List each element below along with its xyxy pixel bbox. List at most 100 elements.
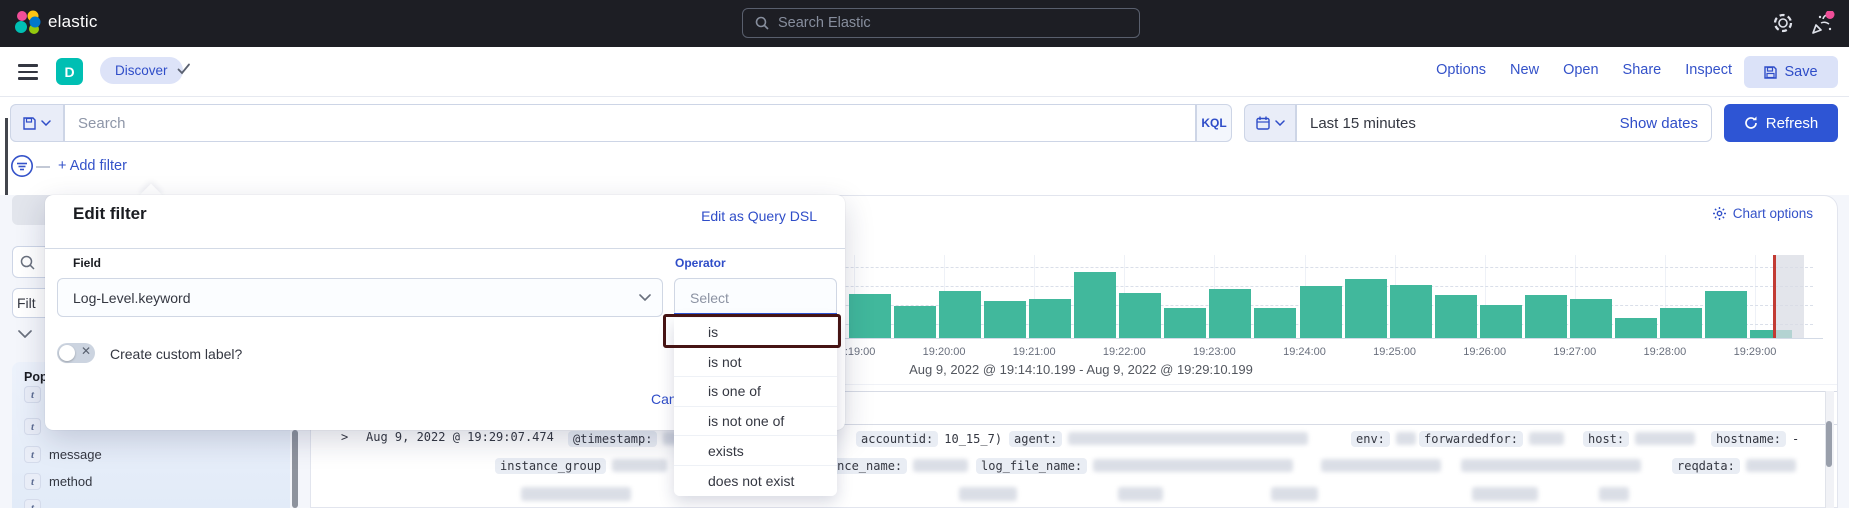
doc-field[interactable]: reqdata: [1672,457,1796,474]
redacted-value [1472,487,1538,501]
x-axis-tick-label: 19:24:00 [1283,346,1326,358]
histogram-bar[interactable] [1119,293,1161,338]
field-type-badge: t [24,473,41,490]
operator-combobox[interactable]: Select [674,278,837,317]
doc-field-key[interactable]: hostname: [1711,431,1786,447]
save-icon [1764,66,1777,79]
histogram-bar[interactable] [1074,272,1116,338]
doc-field[interactable]: host: [1583,430,1695,447]
histogram-bar[interactable] [894,306,936,338]
refresh-button-label: Refresh [1766,115,1819,132]
x-axis-tick-label: 19:26:00 [1463,346,1506,358]
nav-link-options[interactable]: Options [1436,62,1486,78]
doc-field[interactable] [1321,457,1441,474]
refresh-button[interactable]: Refresh [1724,104,1838,142]
save-button[interactable]: Save [1744,56,1838,88]
histogram-bar[interactable] [1525,295,1567,338]
nav-link-new[interactable]: New [1510,62,1539,78]
field-list-item[interactable]: t [24,418,41,435]
global-search-input[interactable]: Search Elastic [742,8,1140,38]
operator-option-does-not-exist[interactable]: does not exist [674,466,837,496]
histogram-bar[interactable] [1164,308,1206,338]
doc-field[interactable]: accountid:10_15_7) [856,430,1002,447]
doc-field-key[interactable]: @timestamp: [568,431,657,447]
doc-field-key[interactable]: forwardedfor: [1419,431,1523,447]
show-dates-button[interactable]: Show dates [1620,115,1698,132]
filter-set-icon[interactable] [10,154,34,178]
expand-row-icon[interactable]: > [341,430,348,444]
doc-field[interactable]: agent: [1009,430,1308,447]
redacted-value [1271,487,1318,501]
date-picker-quick-menu-button[interactable] [1244,104,1296,142]
field-list-item[interactable]: t [24,386,41,403]
histogram-bar[interactable] [1209,289,1251,338]
histogram-bar[interactable] [1570,299,1612,338]
chevron-down-icon[interactable] [18,330,32,338]
table-scrollbar-thumb[interactable] [1826,421,1832,467]
field-name-label: method [49,474,92,489]
redacted-value [612,459,667,472]
date-range-display[interactable]: Last 15 minutes Show dates [1296,104,1712,142]
histogram-bar[interactable] [849,294,891,338]
redacted-value [1068,432,1308,445]
add-filter-button[interactable]: + Add filter [58,158,127,174]
field-list-item[interactable]: tmethod [24,473,92,490]
histogram-bar[interactable] [984,301,1026,338]
doc-field-key[interactable]: accountid: [856,431,938,447]
space-avatar[interactable]: D [56,58,83,85]
redacted-value [1635,432,1695,445]
doc-field-key[interactable]: host: [1583,431,1629,447]
menu-icon[interactable] [18,64,38,80]
histogram-bar[interactable] [1390,285,1432,338]
time-range-value[interactable]: Last 15 minutes [1310,115,1416,132]
saved-query-menu-button[interactable] [10,104,64,142]
save-button-label: Save [1784,64,1817,80]
doc-row-time[interactable]: Aug 9, 2022 @ 19:29:07.474 [366,430,554,444]
field-list-item[interactable]: t [24,499,41,508]
nav-link-inspect[interactable]: Inspect [1685,62,1732,78]
doc-field[interactable]: instance_group [495,457,667,474]
newsfeed-icon[interactable] [1810,11,1836,36]
chevron-down-icon [41,120,51,126]
field-list-item[interactable]: tmessage [24,446,102,463]
doc-field[interactable] [1461,457,1641,474]
field-label: Field [73,256,101,270]
doc-field-key[interactable]: instance_group [495,458,606,474]
doc-field[interactable]: hostname:- [1711,430,1799,447]
check-icon[interactable] [177,63,191,75]
doc-field[interactable]: forwardedfor: [1419,430,1564,447]
doc-field[interactable]: env: [1351,430,1416,447]
histogram-bar[interactable] [1615,318,1657,338]
chart-options-button[interactable]: Chart options [1712,206,1813,221]
operator-combobox-placeholder: Select [690,290,729,306]
histogram-bar[interactable] [1705,291,1747,338]
kql-language-button[interactable]: KQL [1196,104,1232,142]
edit-as-query-dsl-link[interactable]: Edit as Query DSL [701,208,817,224]
doc-field-key[interactable]: agent: [1009,431,1062,447]
doc-field[interactable]: log_file_name: [976,457,1293,474]
x-axis-tick-label: 19:25:00 [1373,346,1416,358]
nav-link-open[interactable]: Open [1563,62,1598,78]
histogram-bar[interactable] [1345,279,1387,338]
histogram-bar[interactable] [939,291,981,338]
histogram-bar[interactable] [1435,295,1477,338]
operator-option-is-one-of[interactable]: is one of [674,377,837,407]
field-combobox[interactable]: Log-Level.keyword [57,278,663,317]
histogram-bar[interactable] [1300,286,1342,338]
nav-link-share[interactable]: Share [1623,62,1662,78]
sidebar-scrollbar[interactable] [292,430,298,508]
histogram-bar[interactable] [1029,299,1071,338]
query-search-input[interactable]: Search [64,104,1196,142]
histogram-bar[interactable] [1660,308,1702,338]
popover-title: Edit filter [73,204,147,224]
histogram-bar[interactable] [1480,305,1522,338]
doc-field-key[interactable]: reqdata: [1672,458,1740,474]
operator-option-exists[interactable]: exists [674,436,837,466]
breadcrumb[interactable]: Discover [100,57,183,84]
operator-option-is-not[interactable]: is not [674,348,837,378]
histogram-bar[interactable] [1254,308,1296,338]
doc-field-key[interactable]: env: [1351,431,1390,447]
help-icon[interactable] [1772,12,1794,34]
doc-field-key[interactable]: log_file_name: [976,458,1087,474]
operator-option-is-not-one-of[interactable]: is not one of [674,407,837,437]
